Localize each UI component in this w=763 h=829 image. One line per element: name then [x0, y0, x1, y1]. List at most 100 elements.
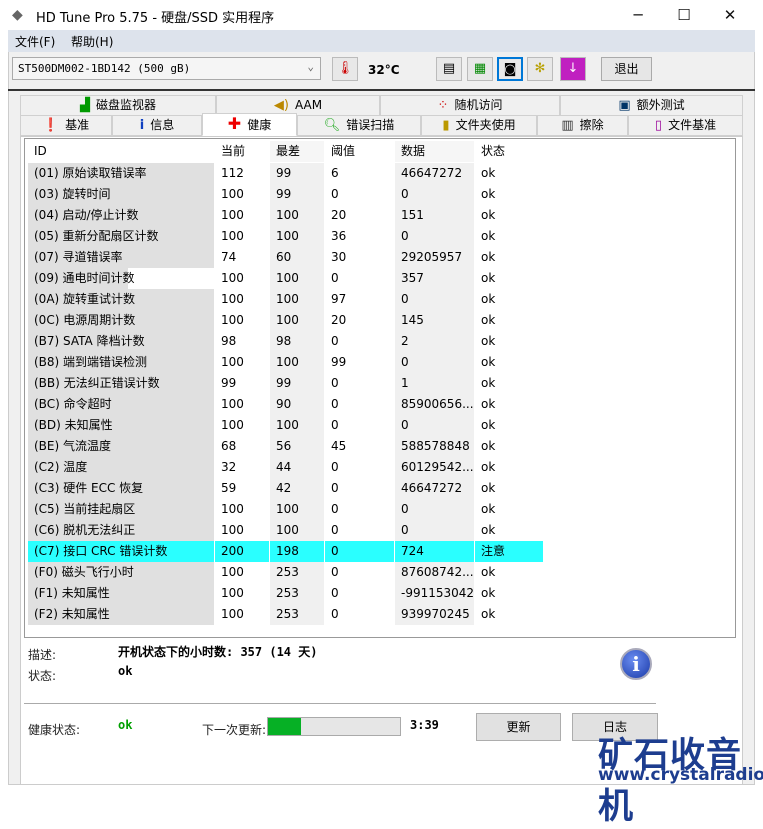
copy-text-button[interactable]: ▤	[436, 57, 462, 81]
attr-status: ok	[481, 439, 496, 453]
attr-threshold: 6	[331, 166, 339, 180]
divider	[24, 703, 656, 704]
attr-worst: 100	[270, 415, 324, 436]
maximize-button[interactable]: ☐	[661, 0, 707, 30]
attr-status: ok	[481, 208, 496, 222]
table-row[interactable]: (0A) 旋转重试计数 100 100 97 0 ok	[28, 289, 543, 310]
temperature-readout: 32°C	[368, 63, 400, 77]
header-id[interactable]: ID	[28, 141, 214, 162]
table-row[interactable]: (0C) 电源周期计数 100 100 20 145 ok	[28, 310, 543, 331]
attr-threshold: 0	[331, 376, 339, 390]
table-row[interactable]: (BD) 未知属性 100 100 0 0 ok	[28, 415, 543, 436]
header-current[interactable]: 当前	[215, 141, 269, 162]
attr-id: (C6) 脱机无法纠正	[28, 520, 214, 541]
table-row[interactable]: (F0) 磁头飞行小时 100 253 0 87608742... ok	[28, 562, 543, 583]
attr-data: 29205957	[395, 247, 474, 268]
tab-random-access[interactable]: ⁘ 随机访问	[380, 95, 560, 116]
attr-worst: 60	[270, 247, 324, 268]
attr-threshold: 30	[331, 250, 347, 264]
table-row[interactable]: (05) 重新分配扇区计数 100 100 36 0 ok	[28, 226, 543, 247]
tab-benchmark[interactable]: ❗ 基准	[20, 115, 112, 136]
table-row[interactable]: (BB) 无法纠正错误计数 99 99 0 1 ok	[28, 373, 543, 394]
magnifier-icon: 🔍︎	[323, 118, 341, 133]
tab-folder-usage[interactable]: ▮ 文件夹使用	[421, 115, 537, 136]
header-data[interactable]: 数据	[395, 141, 474, 162]
copy-image-button[interactable]: ▦	[467, 57, 493, 81]
exclamation-icon: ❗	[42, 118, 60, 133]
header-status[interactable]: 状态	[475, 141, 543, 162]
options-button[interactable]: ✻	[527, 57, 553, 81]
attr-data: 0	[395, 226, 474, 247]
attr-threshold: 99	[331, 355, 347, 369]
copy-icon: ▤	[442, 61, 456, 76]
attr-current: 100	[221, 229, 244, 243]
attr-threshold: 0	[331, 607, 339, 621]
tab-erase[interactable]: ▥ 擦除	[537, 115, 628, 136]
close-button[interactable]: ✕	[707, 0, 753, 30]
save-button[interactable]: ↓	[560, 57, 586, 81]
tab-info[interactable]: i 信息	[112, 115, 202, 136]
attr-worst: 99	[270, 163, 324, 184]
scatter-icon: ⁘	[437, 98, 449, 113]
table-row[interactable]: (09) 通电时间计数 100 100 0 357 ok	[28, 268, 543, 289]
tab-error-scan[interactable]: 🔍︎ 错误扫描	[297, 115, 421, 136]
table-row[interactable]: (C2) 温度 32 44 0 60129542... ok	[28, 457, 543, 478]
attr-data: 0	[395, 184, 474, 205]
attr-status: ok	[481, 229, 496, 243]
attr-threshold: 0	[331, 460, 339, 474]
chevron-down-icon: ⌄	[307, 60, 314, 73]
tab-health[interactable]: ✚ 健康	[202, 113, 297, 136]
attr-id: (F1) 未知属性	[28, 583, 214, 604]
drive-select[interactable]: ST500DM002-1BD142 (500 gB) ⌄	[12, 57, 321, 80]
table-row[interactable]: (B7) SATA 降档计数 98 98 0 2 ok	[28, 331, 543, 352]
attr-worst: 99	[270, 373, 324, 394]
attr-id: (09) 通电时间计数	[28, 268, 214, 289]
header-worst[interactable]: 最差	[270, 141, 324, 162]
table-row[interactable]: (03) 旋转时间 100 99 0 0 ok	[28, 184, 543, 205]
exit-button[interactable]: 退出	[601, 57, 652, 81]
smart-table[interactable]: ID 当前 最差 阈值 数据 状态 (01) 原始读取错误率 112 99 6 4664…	[24, 138, 736, 638]
copy-image-icon: ▦	[473, 61, 487, 76]
attr-threshold: 0	[331, 187, 339, 201]
header-threshold[interactable]: 阈值	[325, 141, 394, 162]
tab-file-benchmark[interactable]: ▯ 文件基准	[628, 115, 743, 136]
table-row[interactable]: (B8) 端到端错误检测 100 100 99 0 ok	[28, 352, 543, 373]
refresh-button[interactable]: 更新	[476, 713, 561, 741]
attr-status: ok	[481, 250, 496, 264]
tab-extra-tests[interactable]: ▣ 额外测试	[560, 95, 743, 116]
minimize-button[interactable]: ─	[615, 0, 661, 30]
table-row[interactable]: (01) 原始读取错误率 112 99 6 46647272 ok	[28, 163, 543, 184]
attr-status: ok	[481, 271, 496, 285]
table-row[interactable]: (C3) 硬件 ECC 恢复 59 42 0 46647272 ok	[28, 478, 543, 499]
wrench-icon: ✻	[534, 61, 546, 76]
table-row[interactable]: (BC) 命令超时 100 90 0 85900656... ok	[28, 394, 543, 415]
attr-current: 74	[221, 250, 237, 264]
table-row[interactable]: (07) 寻道错误率 74 60 30 29205957 ok	[28, 247, 543, 268]
attr-worst: 99	[270, 184, 324, 205]
screenshot-button[interactable]: ◙	[497, 57, 523, 81]
table-row[interactable]: (C6) 脱机无法纠正 100 100 0 0 ok	[28, 520, 543, 541]
table-row[interactable]: (04) 启动/停止计数 100 100 20 151 ok	[28, 205, 543, 226]
attr-threshold: 0	[331, 271, 339, 285]
menu-help[interactable]: 帮助(H)	[71, 33, 113, 50]
attr-threshold: 0	[331, 502, 339, 516]
attr-worst: 100	[270, 352, 324, 373]
attr-worst: 42	[270, 478, 324, 499]
tab-disk-monitor[interactable]: ▟ 磁盘监视器	[20, 95, 216, 116]
table-row[interactable]: (F2) 未知属性 100 253 0 939970245 ok	[28, 604, 543, 625]
table-row[interactable]: (C5) 当前挂起扇区 100 100 0 0 ok	[28, 499, 543, 520]
attr-status: ok	[481, 565, 496, 579]
attr-current: 200	[215, 541, 269, 562]
attr-id: (BB) 无法纠正错误计数	[28, 373, 214, 394]
table-row[interactable]: (C7) 接口 CRC 错误计数 200 198 0 724 注意	[28, 541, 543, 562]
attr-data: 145	[395, 310, 474, 331]
attr-current: 100	[221, 313, 244, 327]
attr-id: (C3) 硬件 ECC 恢复	[28, 478, 214, 499]
table-row[interactable]: (F1) 未知属性 100 253 0 -991153042 ok	[28, 583, 543, 604]
table-row[interactable]: (BE) 气流温度 68 56 45 588578848 ok	[28, 436, 543, 457]
attr-worst: 100	[270, 226, 324, 247]
attr-threshold: 97	[331, 292, 347, 306]
window-title: HD Tune Pro 5.75 - 硬盘/SSD 实用程序	[36, 11, 275, 26]
attr-id: (0C) 电源周期计数	[28, 310, 214, 331]
menu-file[interactable]: 文件(F)	[15, 33, 55, 50]
